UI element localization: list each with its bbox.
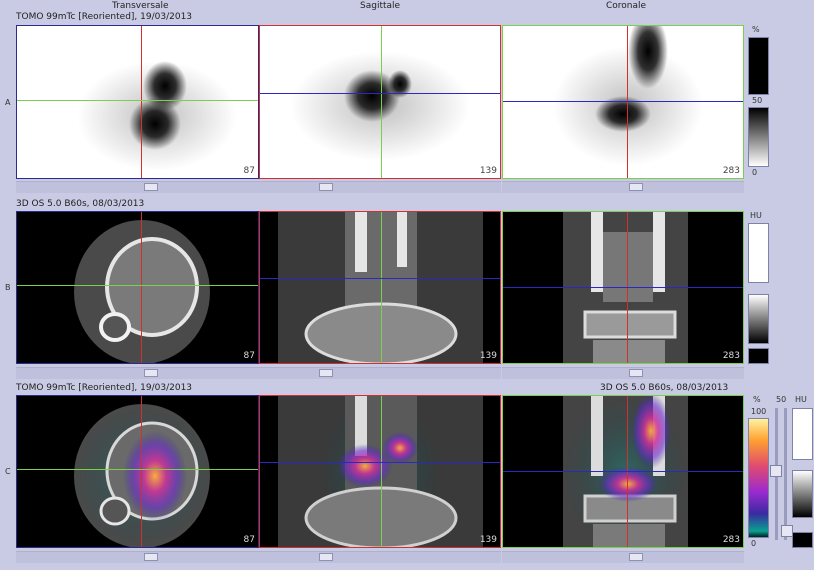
scroll-thumb[interactable]	[319, 183, 333, 191]
row-c-info-right: 3D OS 5.0 B60s, 08/03/2013	[600, 383, 729, 393]
spect-transversale-image	[77, 61, 237, 171]
scrollbar-a-transversale[interactable]	[16, 181, 259, 193]
crosshair-vertical	[381, 396, 382, 547]
colorbar-c-min-left: 0	[751, 539, 757, 548]
row-c-label: C	[5, 467, 11, 476]
colorbar-c-ct-slider-track[interactable]	[784, 408, 787, 540]
scroll-thumb[interactable]	[319, 369, 333, 377]
colorbar-a-lower[interactable]	[748, 107, 769, 167]
scrollbar-c-coronale[interactable]	[502, 551, 744, 563]
fusion-transversale-image	[72, 404, 212, 547]
colorbar-c-ct-upper	[792, 408, 813, 460]
fusion-sagittale-image	[278, 396, 483, 547]
colorbar-a-upper	[748, 37, 769, 95]
scroll-thumb[interactable]	[144, 553, 158, 561]
slice-number: 87	[243, 535, 255, 545]
scroll-thumb[interactable]	[629, 183, 643, 191]
colorbar-c-mid-right: 50	[776, 395, 787, 404]
spect-coronale-image	[553, 26, 703, 166]
ct-sagittale-image	[278, 212, 483, 363]
panel-a-sagittale[interactable]: 139	[259, 25, 501, 179]
ct-transversale-image	[74, 220, 210, 363]
colorbar-c-ct-lower[interactable]	[792, 470, 813, 518]
slice-number: 139	[479, 351, 497, 361]
panel-c-sagittale[interactable]: 139	[259, 395, 501, 548]
crosshair-vertical	[141, 396, 142, 547]
slice-number: 283	[722, 166, 740, 176]
scrollbar-a-sagittale[interactable]	[259, 181, 501, 193]
crosshair-vertical	[627, 26, 628, 178]
crosshair-horizontal	[17, 285, 258, 286]
scroll-thumb[interactable]	[144, 183, 158, 191]
scrollbar-a-coronale[interactable]	[502, 181, 744, 193]
scrollbar-b-transversale[interactable]	[16, 367, 259, 379]
slice-number: 139	[479, 166, 497, 176]
panel-a-transversale[interactable]: 87	[16, 25, 259, 179]
slice-number: 139	[479, 535, 497, 545]
colorbar-c-unit-left: %	[753, 395, 761, 404]
scrollbar-b-sagittale[interactable]	[259, 367, 501, 379]
scroll-thumb[interactable]	[629, 369, 643, 377]
scroll-thumb[interactable]	[319, 553, 333, 561]
crosshair-horizontal	[503, 471, 743, 472]
scrollbar-c-transversale[interactable]	[16, 551, 259, 563]
crosshair-horizontal	[260, 278, 500, 279]
header-coronale: Coronale	[606, 1, 647, 11]
crosshair-vertical	[141, 26, 142, 178]
colorbar-a-min: 0	[752, 168, 758, 177]
colorbar-b-unit: HU	[750, 211, 762, 220]
scrollbar-b-coronale[interactable]	[502, 367, 744, 379]
crosshair-horizontal	[503, 287, 743, 288]
header-sagittale: Sagittale	[360, 1, 401, 11]
crosshair-horizontal	[17, 469, 258, 470]
header-transversale: Transversale	[112, 1, 169, 11]
panel-c-transversale[interactable]: 87	[16, 395, 259, 548]
panel-b-sagittale[interactable]: 139	[259, 211, 501, 364]
scrollbar-c-sagittale[interactable]	[259, 551, 501, 563]
crosshair-horizontal	[503, 101, 743, 102]
scroll-thumb[interactable]	[629, 553, 643, 561]
colorbar-b-bottom	[748, 348, 769, 364]
crosshair-vertical	[381, 26, 382, 178]
colorbar-c-unit-right: HU	[795, 395, 807, 404]
row-c-info-left: TOMO 99mTc [Reoriented], 19/03/2013	[16, 383, 193, 393]
row-a-label: A	[5, 98, 11, 107]
colorbar-c-slider-thumb[interactable]	[770, 465, 782, 477]
colorbar-b-upper	[748, 223, 769, 283]
crosshair-vertical	[381, 212, 382, 363]
spect-sagittale-image	[290, 51, 470, 161]
crosshair-horizontal	[260, 462, 500, 463]
panel-b-transversale[interactable]: 87	[16, 211, 259, 364]
colorbar-a-mid: 50	[752, 96, 763, 105]
colorbar-c-max-left: 100	[751, 407, 767, 416]
colorbar-c-ct-bottom	[792, 532, 813, 548]
panel-a-coronale[interactable]: 283	[502, 25, 744, 179]
crosshair-horizontal	[17, 100, 258, 101]
panel-b-coronale[interactable]: 283	[502, 211, 744, 364]
crosshair-horizontal	[260, 93, 500, 94]
slice-number: 87	[243, 351, 255, 361]
colorbar-a-unit: %	[752, 25, 760, 34]
colorbar-c-pet[interactable]	[748, 418, 769, 538]
row-a-info: TOMO 99mTc [Reoriented], 19/03/2013	[16, 12, 193, 22]
panel-c-coronale[interactable]: 283	[502, 395, 744, 548]
row-b-info: 3D OS 5.0 B60s, 08/03/2013	[16, 199, 145, 209]
scroll-thumb[interactable]	[144, 369, 158, 377]
colorbar-b-lower[interactable]	[748, 294, 769, 344]
crosshair-vertical	[141, 212, 142, 363]
slice-number: 87	[243, 166, 255, 176]
row-b-label: B	[5, 283, 11, 292]
slice-number: 283	[722, 535, 740, 545]
slice-number: 283	[722, 351, 740, 361]
